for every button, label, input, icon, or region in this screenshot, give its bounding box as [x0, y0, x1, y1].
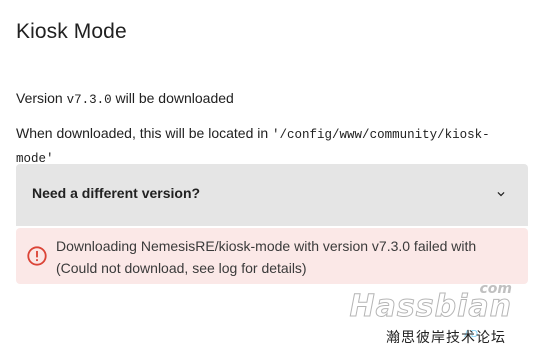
alert-circle-icon	[27, 246, 47, 266]
location-info: When downloaded, this will be located in…	[16, 122, 516, 170]
version-info: Version v7.3.0 will be downloaded	[16, 88, 234, 110]
hassbian-watermark: com Hassbian AD 瀚思彼岸技术论坛	[349, 281, 522, 351]
error-message: Downloading NemesisRE/kiosk-mode with ve…	[56, 238, 477, 276]
version-suffix: will be downloaded	[111, 90, 234, 106]
version-value: v7.3.0	[66, 93, 112, 107]
dialog-title: Kiosk Mode	[16, 20, 127, 43]
location-prefix: When downloaded, this will be located in	[16, 125, 273, 141]
watermark-brand: Hassbian	[349, 289, 512, 325]
expander-label: Need a different version?	[32, 185, 201, 201]
chevron-down-icon[interactable]	[494, 187, 508, 201]
error-alert: Downloading NemesisRE/kiosk-mode with ve…	[16, 228, 528, 284]
download-dialog: Kiosk Mode Version v7.3.0 will be downlo…	[0, 0, 536, 359]
version-prefix: Version	[16, 90, 67, 106]
different-version-expander[interactable]: Need a different version?	[16, 164, 528, 226]
watermark-chinese: 瀚思彼岸技术论坛	[386, 330, 506, 346]
